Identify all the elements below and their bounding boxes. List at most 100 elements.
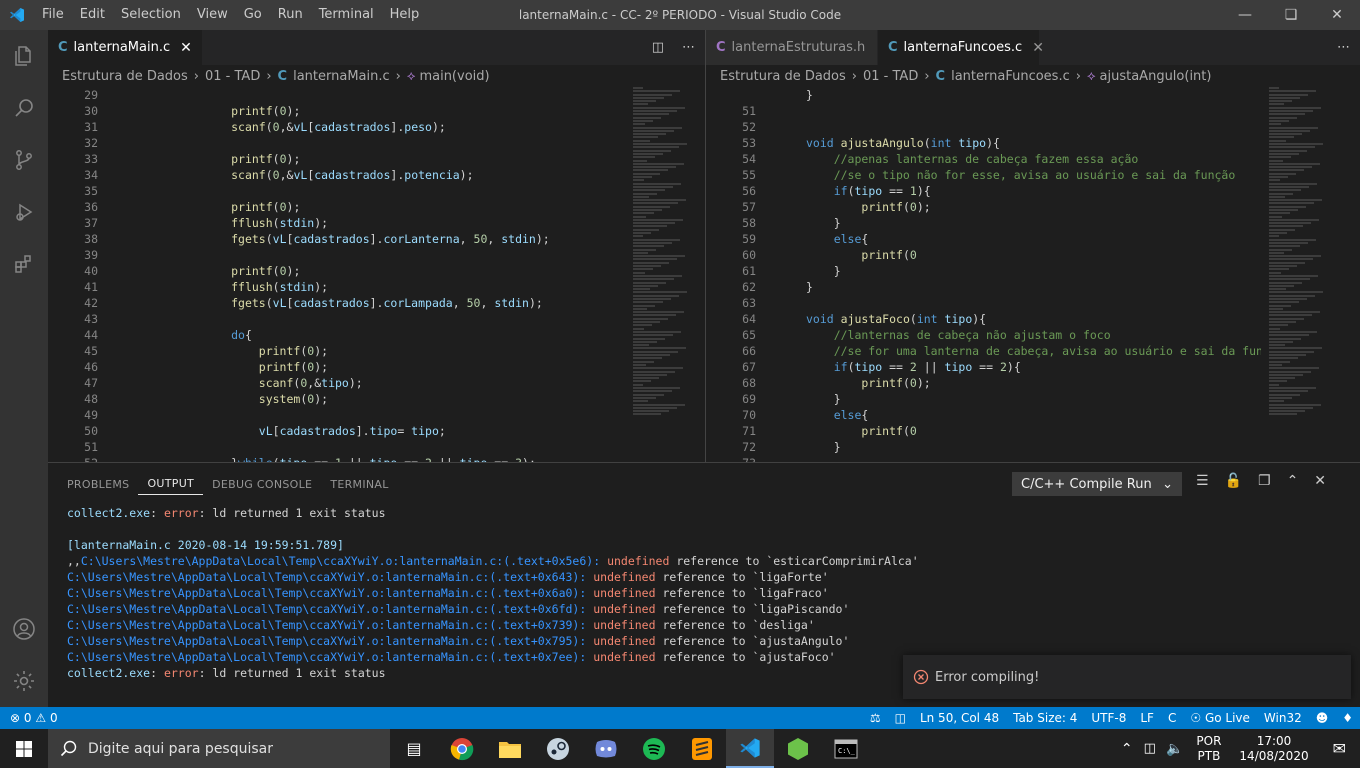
encoding[interactable]: UTF-8 (1084, 711, 1133, 725)
maximize-icon[interactable]: ❏ (1268, 0, 1314, 30)
code-line[interactable]: 53 void ajustaAngulo(int tipo){ (706, 135, 1261, 151)
menu-item-view[interactable]: View (189, 0, 236, 30)
code-line[interactable]: 64 void ajustaFoco(int tipo){ (706, 311, 1261, 327)
spotify-icon[interactable] (630, 729, 678, 768)
code-line[interactable]: 48 system(0); (48, 391, 618, 407)
right-minimap[interactable] (1269, 87, 1329, 462)
clear-output-icon[interactable]: ☰ (1196, 473, 1209, 489)
notifications-bell-icon[interactable]: ♦ (1335, 711, 1360, 725)
network-icon[interactable]: ◫ (1139, 741, 1161, 756)
open-log-icon[interactable]: ❐ (1258, 473, 1271, 489)
menu-item-go[interactable]: Go (236, 0, 270, 30)
code-line[interactable]: 33 printf(0); (48, 151, 618, 167)
tab-debug-console[interactable]: DEBUG CONSOLE (203, 463, 321, 505)
menu-item-run[interactable]: Run (270, 0, 311, 30)
chevron-up-icon[interactable]: ⌃ (1115, 741, 1139, 757)
nodejs-icon[interactable] (774, 729, 822, 768)
discord-icon[interactable] (582, 729, 630, 768)
go-live[interactable]: ☉ Go Live (1183, 711, 1257, 725)
language-mode[interactable]: C (1161, 711, 1183, 725)
code-line[interactable]: 56 if(tipo == 1){ (706, 183, 1261, 199)
tab-lanternaMain[interactable]: C lanternaMain.c ✕ (48, 30, 203, 65)
error-notification[interactable]: Error compiling! (903, 655, 1351, 699)
code-line[interactable]: 54 //apenas lanternas de cabeça fazem es… (706, 151, 1261, 167)
code-line[interactable]: 46 printf(0); (48, 359, 618, 375)
tab-size[interactable]: Tab Size: 4 (1006, 711, 1084, 725)
left-code-area[interactable]: 29 30 printf(0); 31 scanf(0,&vL[cadastrado… (48, 87, 618, 462)
cursor-position[interactable]: Ln 50, Col 48 (913, 711, 1006, 725)
code-line[interactable]: 50 vL[cadastrados].tipo= tipo; (48, 423, 618, 439)
taskbar-search[interactable]: Digite aqui para pesquisar (48, 729, 390, 768)
code-line[interactable]: 38 fgets(vL[cadastrados].corLanterna, 50… (48, 231, 618, 247)
tab-lanternaEstruturas[interactable]: C lanternaEstruturas.h (706, 30, 878, 65)
feedback-icon[interactable]: ☻ (1309, 711, 1336, 725)
chrome-icon[interactable] (438, 729, 486, 768)
code-line[interactable]: 68 printf(0); (706, 375, 1261, 391)
code-line[interactable]: 47 scanf(0,&tipo); (48, 375, 618, 391)
code-line[interactable]: 61 } (706, 263, 1261, 279)
breadcrumb-file[interactable]: lanternaMain.c (293, 69, 390, 84)
code-line[interactable]: 67 if(tipo == 2 || tipo == 2){ (706, 359, 1261, 375)
settings-gear-icon[interactable] (0, 655, 48, 707)
breadcrumb-file[interactable]: lanternaFuncoes.c (951, 69, 1070, 84)
code-line[interactable]: 35 (48, 183, 618, 199)
sublime-text-icon[interactable] (678, 729, 726, 768)
code-line[interactable]: 36 printf(0); (48, 199, 618, 215)
eol[interactable]: LF (1133, 711, 1161, 725)
code-line[interactable]: 49 (48, 407, 618, 423)
command-prompt-icon[interactable]: C:\_ (822, 729, 870, 768)
breadcrumb-folder[interactable]: Estrutura de Dados (62, 69, 188, 84)
code-line[interactable]: 29 (48, 87, 618, 103)
account-icon[interactable] (0, 603, 48, 655)
breadcrumb-subfolder[interactable]: 01 - TAD (205, 69, 260, 84)
code-line[interactable]: 30 printf(0); (48, 103, 618, 119)
lock-icon[interactable]: 🔓 (1225, 473, 1242, 489)
breadcrumb-subfolder[interactable]: 01 - TAD (863, 69, 918, 84)
more-actions-icon[interactable]: ⋯ (1337, 40, 1350, 55)
code-line[interactable]: 31 scanf(0,&vL[cadastrados].peso); (48, 119, 618, 135)
code-line[interactable]: 72 } (706, 439, 1261, 455)
menu-item-terminal[interactable]: Terminal (311, 0, 382, 30)
search-icon[interactable] (0, 82, 48, 134)
file-explorer-icon[interactable] (486, 729, 534, 768)
source-control-icon[interactable] (0, 134, 48, 186)
code-line[interactable]: 69 } (706, 391, 1261, 407)
explorer-icon[interactable] (0, 30, 48, 82)
code-line[interactable]: 41 fflush(stdin); (48, 279, 618, 295)
code-line[interactable]: 39 (48, 247, 618, 263)
vscode-taskbar-icon[interactable] (726, 729, 774, 768)
tab-lanternaFuncoes[interactable]: C lanternaFuncoes.c ✕ (878, 30, 1044, 65)
code-line[interactable]: 51 (48, 439, 618, 455)
code-line[interactable]: 42 fgets(vL[cadastrados].corLampada, 50,… (48, 295, 618, 311)
tab-close-icon[interactable]: ✕ (1032, 40, 1044, 56)
db-icon[interactable]: ◫ (888, 711, 913, 725)
breadcrumb-symbol[interactable]: main(void) (419, 69, 489, 84)
maximize-panel-icon[interactable]: ⌃ (1287, 473, 1299, 489)
tab-terminal[interactable]: TERMINAL (321, 463, 397, 505)
close-panel-icon[interactable]: ✕ (1314, 473, 1326, 489)
code-line[interactable]: 43 (48, 311, 618, 327)
code-line[interactable]: 60 printf(0 (706, 247, 1261, 263)
tab-close-icon[interactable]: ✕ (180, 40, 192, 56)
code-line[interactable]: 65 //lanternas de cabeça não ajustam o f… (706, 327, 1261, 343)
code-line[interactable]: 52 }while(tipo == 1 || tipo == 2 || tipo… (48, 455, 618, 462)
code-line[interactable]: 57 printf(0); (706, 199, 1261, 215)
flask-icon[interactable]: ⚖ (863, 711, 888, 725)
code-line[interactable]: 32 (48, 135, 618, 151)
menu-item-help[interactable]: Help (382, 0, 428, 30)
code-line[interactable]: 62} (706, 279, 1261, 295)
minimize-icon[interactable]: — (1222, 0, 1268, 30)
menu-item-selection[interactable]: Selection (113, 0, 189, 30)
code-line[interactable]: 66 //se for uma lanterna de cabeça, avis… (706, 343, 1261, 359)
more-actions-icon[interactable]: ⋯ (682, 40, 695, 55)
menu-item-file[interactable]: File (34, 0, 72, 30)
output-channel-select[interactable]: C/C++ Compile Run ⌄ (1012, 472, 1182, 496)
code-line[interactable]: } (706, 87, 1261, 103)
menu-item-edit[interactable]: Edit (72, 0, 113, 30)
extensions-icon[interactable] (0, 238, 48, 290)
code-line[interactable]: 58 } (706, 215, 1261, 231)
volume-icon[interactable]: 🔈 (1161, 741, 1188, 757)
code-line[interactable]: 51 (706, 103, 1261, 119)
problems-status[interactable]: ⊗ 0 ⚠ 0 (0, 711, 65, 725)
code-line[interactable]: 34 scanf(0,&vL[cadastrados].potencia); (48, 167, 618, 183)
